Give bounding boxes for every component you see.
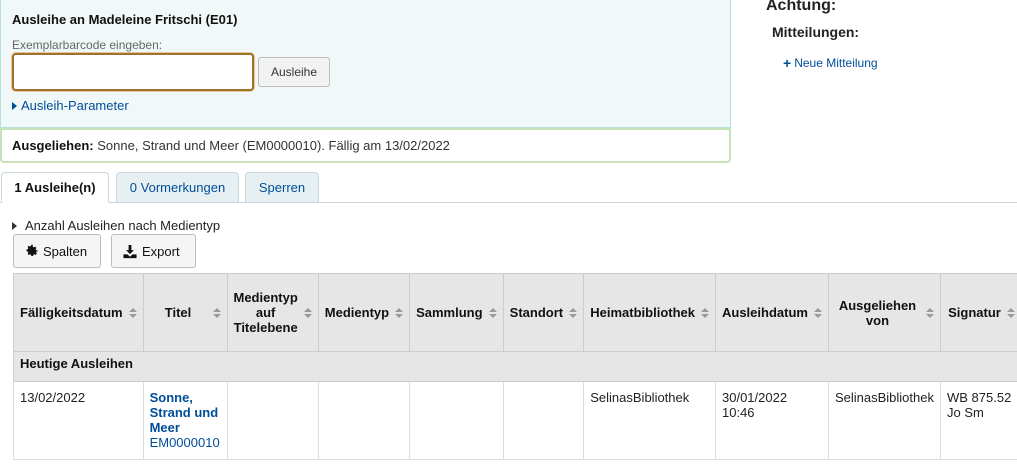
sort-icon xyxy=(569,307,578,318)
col-header-title[interactable]: Titel xyxy=(142,273,228,352)
col-header-itemtype[interactable]: Medientyp xyxy=(317,273,411,352)
sort-icon xyxy=(701,307,709,318)
barcode-link[interactable]: EM0000010 xyxy=(150,435,221,450)
cell-location xyxy=(502,381,585,460)
messages-title: Mitteilungen: xyxy=(772,24,860,40)
checkouts-table: Fälligkeitsdatum Titel Medientyp auf Tit… xyxy=(13,273,1017,460)
checkout-time: 10:46 xyxy=(722,405,755,420)
download-icon xyxy=(123,244,137,258)
sort-icon xyxy=(1006,307,1015,318)
col-header-checkout-date[interactable]: Ausleihdatum xyxy=(715,273,829,352)
barcode-input[interactable] xyxy=(12,53,254,91)
group-label: Heutige Ausleihen xyxy=(13,351,1017,382)
sort-icon xyxy=(488,307,497,318)
sort-icon xyxy=(925,307,934,318)
col-header-callnumber[interactable]: Signatur xyxy=(939,273,1017,352)
cell-due-date: 13/02/2022 xyxy=(13,381,144,460)
checkout-params-link[interactable]: Ausleih-Parameter xyxy=(12,98,129,113)
checkout-panel: Ausleihe an Madeleine Fritschi (E01) Exe… xyxy=(0,0,731,128)
checkout-title: Ausleihe an Madeleine Fritschi (E01) xyxy=(12,12,238,27)
last-checkout-label: Ausgeliehen: xyxy=(12,138,94,153)
cell-itemtype xyxy=(317,381,411,460)
group-row: Heutige Ausleihen xyxy=(13,351,1017,382)
table-header-row: Fälligkeitsdatum Titel Medientyp auf Tit… xyxy=(13,273,1017,352)
cell-checkout-date: 30/01/2022 10:46 xyxy=(715,381,829,460)
title-link[interactable]: Sonne, Strand und Meer xyxy=(150,390,221,435)
tab-holds[interactable]: 0 Vormerkungen xyxy=(116,172,239,203)
last-checkout-message: Ausgeliehen: Sonne, Strand und Meer (EM0… xyxy=(0,128,731,163)
columns-label: Spalten xyxy=(43,243,88,259)
cell-homebranch: SelinasBibliothek xyxy=(583,381,716,460)
cell-biblio-itemtype xyxy=(226,381,319,460)
export-button[interactable]: Export xyxy=(111,234,196,268)
attention-title: Achtung: xyxy=(766,0,837,14)
plus-icon: + xyxy=(783,55,792,71)
export-label: Export xyxy=(142,243,180,259)
cell-checked-out-from: SelinasBibliothek xyxy=(827,381,941,460)
col-header-checked-out-from[interactable]: Ausgeliehen von xyxy=(827,273,941,352)
sort-icon xyxy=(128,307,137,318)
gear-icon xyxy=(26,244,38,256)
checkout-params-label: Ausleih-Parameter xyxy=(21,98,129,113)
caret-right-icon xyxy=(12,221,17,230)
caret-right-icon xyxy=(12,101,17,110)
barcode-label: Exemplarbarcode eingeben: xyxy=(12,38,163,52)
sort-icon xyxy=(303,307,312,318)
itemtype-summary-label: Anzahl Ausleihen nach Medientyp xyxy=(25,218,221,233)
new-message-link[interactable]: + Neue Mitteilung xyxy=(783,56,878,70)
cell-title: Sonne, Strand und Meer EM0000010 xyxy=(142,381,228,460)
columns-button[interactable]: Spalten xyxy=(13,234,101,268)
col-header-biblio-itemtype[interactable]: Medientyp auf Titelebene xyxy=(226,273,319,352)
itemtype-summary-toggle[interactable]: Anzahl Ausleihen nach Medientyp xyxy=(12,218,220,233)
last-checkout-text: Sonne, Strand und Meer (EM0000010). Fäll… xyxy=(97,138,450,153)
sort-icon xyxy=(395,307,404,318)
checkout-date: 30/01/2022 xyxy=(722,390,788,405)
table-row: 13/02/2022 Sonne, Strand und Meer EM0000… xyxy=(13,381,1017,460)
col-header-location[interactable]: Standort xyxy=(502,273,585,352)
col-header-due-date[interactable]: Fälligkeitsdatum xyxy=(13,273,144,352)
sort-icon xyxy=(813,307,822,318)
tab-restrictions[interactable]: Sperren xyxy=(245,172,319,203)
checkout-button[interactable]: Ausleihe xyxy=(258,57,330,87)
sort-icon xyxy=(212,307,221,318)
col-header-collection[interactable]: Sammlung xyxy=(409,273,504,352)
tab-checkouts[interactable]: 1 Ausleihe(n) xyxy=(1,172,109,203)
new-message-label: Neue Mitteilung xyxy=(794,56,878,70)
cell-callnumber: WB 875.52 Jo Sm xyxy=(939,381,1017,460)
col-header-homebranch[interactable]: Heimatbibliothek xyxy=(583,273,716,352)
cell-collection xyxy=(409,381,504,460)
